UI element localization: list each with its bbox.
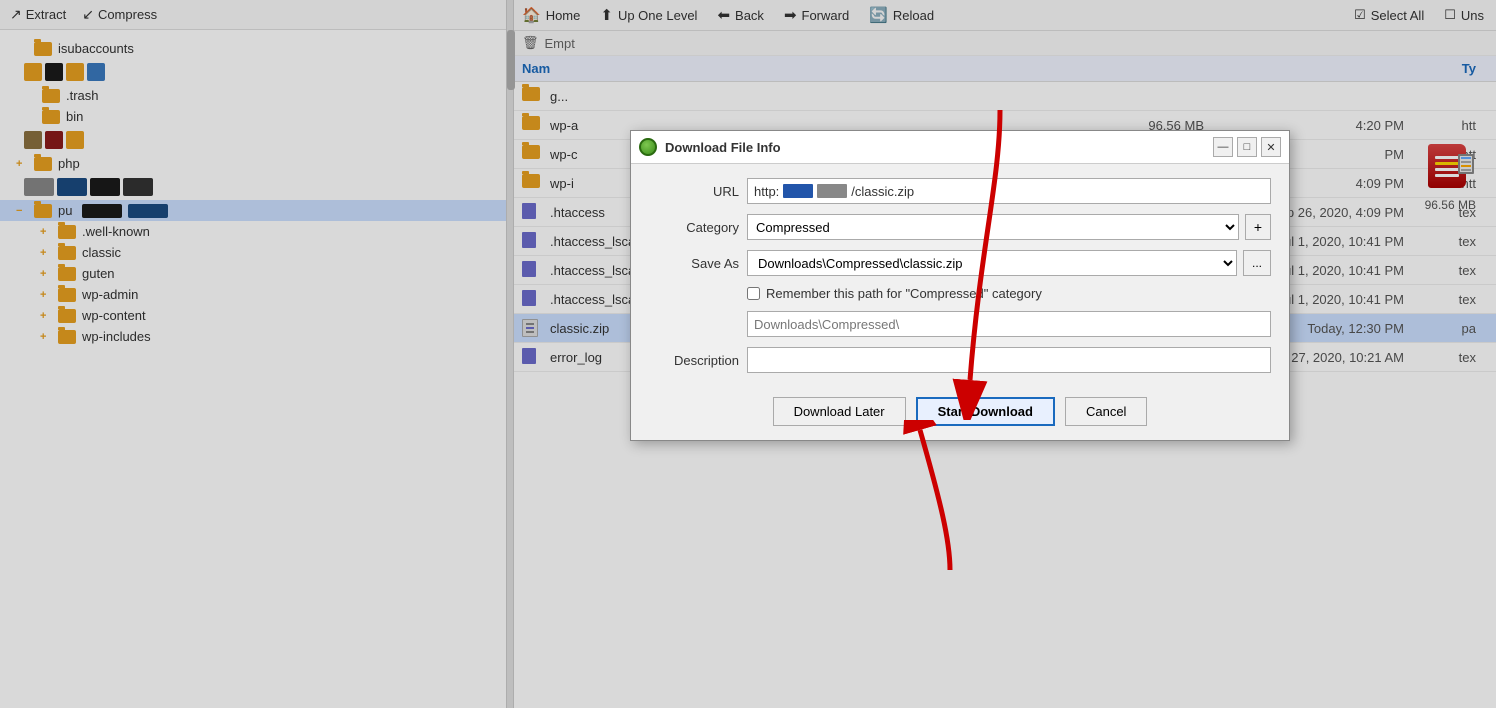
cancel-button[interactable]: Cancel [1065, 397, 1147, 426]
save-as-input-row: Downloads\Compressed\classic.zip ... [747, 250, 1271, 276]
remember-checkbox-row: Remember this path for "Compressed" cate… [649, 286, 1271, 301]
modal-body: URL http: /classic.zip Category Compress… [631, 164, 1289, 387]
remember-label: Remember this path for "Compressed" cate… [766, 286, 1042, 301]
browse-button[interactable]: ... [1243, 250, 1271, 276]
close-button[interactable]: ✕ [1261, 137, 1281, 157]
modal-title: Download File Info [665, 140, 1205, 155]
add-category-button[interactable]: + [1245, 214, 1271, 240]
category-label: Category [649, 220, 739, 235]
download-file-info-dialog: Download File Info — □ ✕ URL http: /clas… [630, 130, 1290, 441]
category-row: Category Compressed Documents Music Vide… [649, 214, 1271, 240]
description-label: Description [649, 353, 739, 368]
url-block1 [783, 184, 813, 198]
description-row: Description [649, 347, 1271, 373]
url-block2 [817, 184, 847, 198]
url-label: URL [649, 184, 739, 199]
minimize-button[interactable]: — [1213, 137, 1233, 157]
url-input[interactable]: http: /classic.zip [747, 178, 1271, 204]
save-as-row: Save As Downloads\Compressed\classic.zip… [649, 250, 1271, 276]
idownloader-icon [639, 138, 657, 156]
save-as-label: Save As [649, 256, 739, 271]
window-controls: — □ ✕ [1213, 137, 1281, 157]
modal-footer: Download Later Start Download Cancel [631, 387, 1289, 440]
save-as-input[interactable]: Downloads\Compressed\classic.zip [747, 250, 1237, 276]
maximize-button[interactable]: □ [1237, 137, 1257, 157]
url-row: URL http: /classic.zip [649, 178, 1271, 204]
modal-titlebar: Download File Info — □ ✕ [631, 131, 1289, 164]
description-input[interactable] [747, 347, 1271, 373]
category-select[interactable]: Compressed Documents Music Videos Progra… [747, 214, 1239, 240]
path-display: Downloads\Compressed\ [747, 311, 1271, 337]
category-select-row: Compressed Documents Music Videos Progra… [747, 214, 1271, 240]
remember-checkbox[interactable] [747, 287, 760, 300]
download-later-button[interactable]: Download Later [773, 397, 906, 426]
start-download-button[interactable]: Start Download [916, 397, 1055, 426]
